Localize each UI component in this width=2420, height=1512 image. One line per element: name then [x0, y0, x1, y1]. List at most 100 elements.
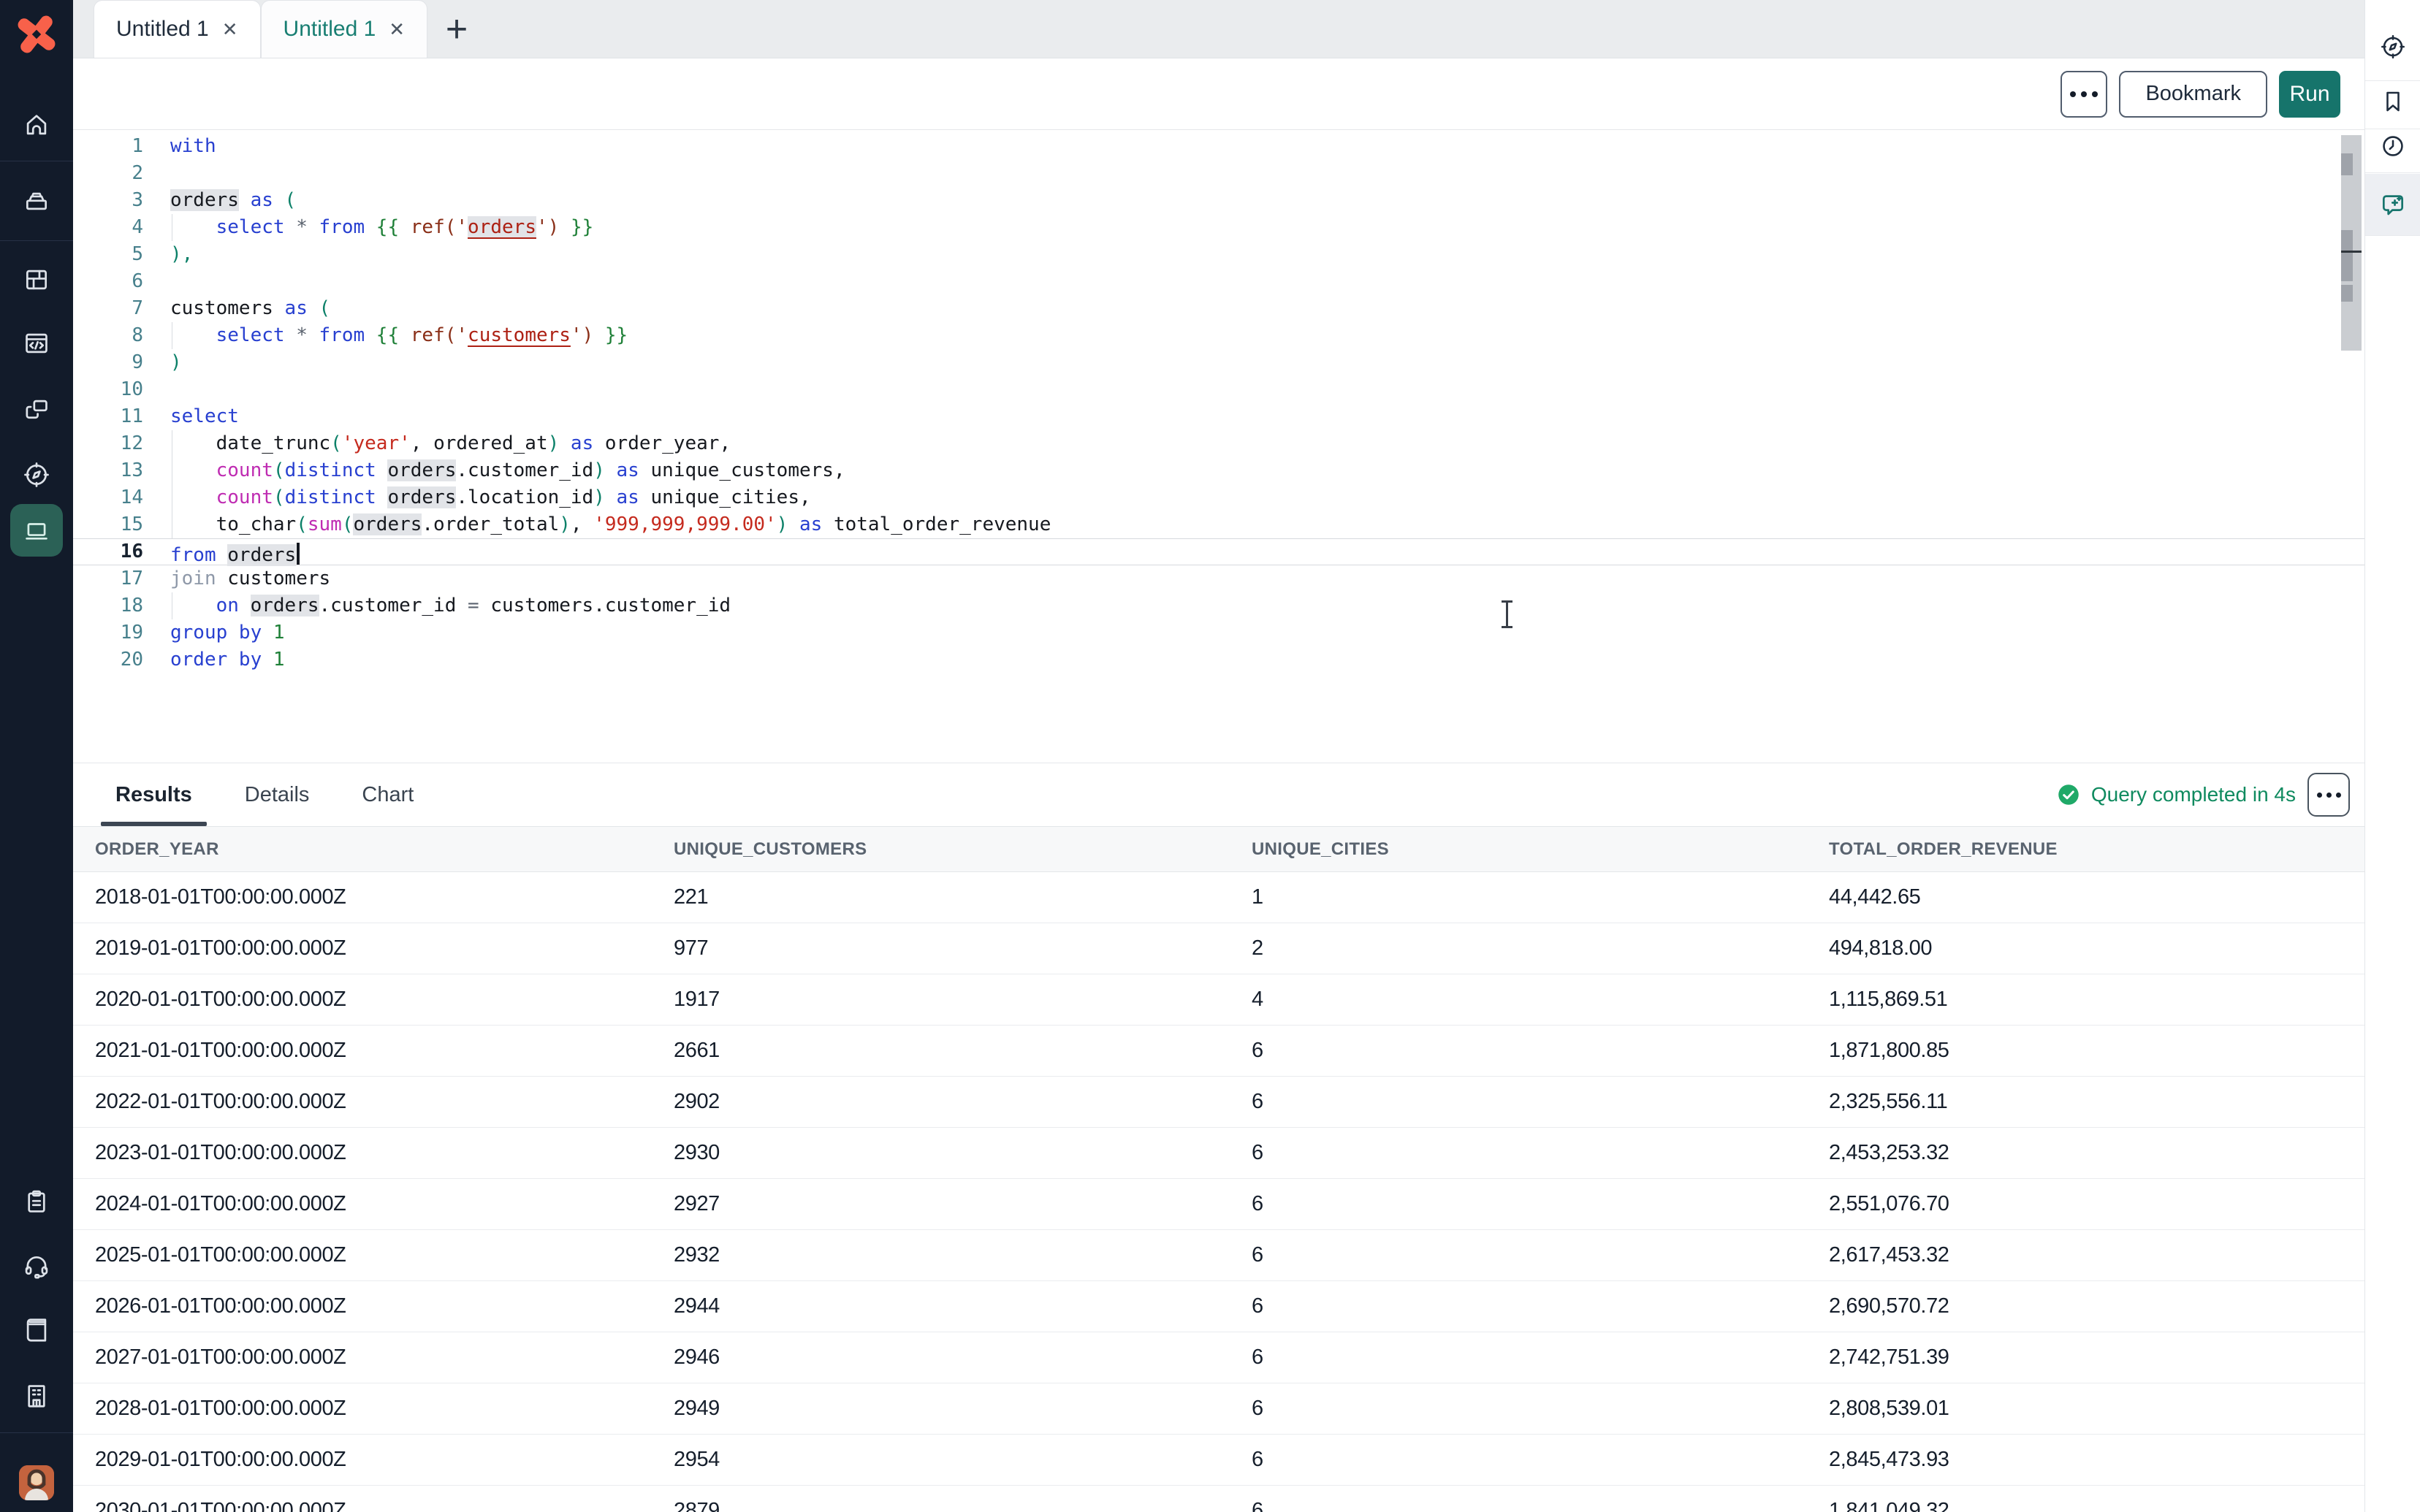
line-number: 19 [73, 619, 143, 646]
hex-logo-icon[interactable] [12, 10, 61, 58]
results-tab-results[interactable]: Results [101, 763, 207, 826]
apps-grid-icon[interactable] [0, 259, 73, 300]
home-icon[interactable] [0, 104, 73, 145]
code-text: orders as ( [143, 187, 296, 214]
table-cell: 2,617,453.32 [1829, 1243, 2364, 1267]
table-cell: 2,845,473.93 [1829, 1448, 2364, 1472]
code-text: with [143, 133, 216, 160]
explore-compass-icon[interactable] [0, 454, 73, 495]
table-cell: 2019-01-01T00:00:00.000Z [73, 936, 674, 961]
table-cell: 6 [1252, 1448, 1829, 1472]
ai-assistant-chat-icon[interactable] [2365, 174, 2420, 235]
line-number: 4 [73, 214, 143, 241]
user-avatar[interactable] [19, 1465, 54, 1500]
column-header-unique_cities[interactable]: UNIQUE_CITIES [1252, 839, 1829, 860]
bookmark-icon[interactable] [2365, 83, 2420, 121]
table-row[interactable]: 2020-01-01T00:00:00.000Z191741,115,869.5… [73, 974, 2364, 1026]
table-row[interactable]: 2019-01-01T00:00:00.000Z9772494,818.00 [73, 923, 2364, 974]
results-tab-details[interactable]: Details [230, 763, 324, 826]
org-building-icon[interactable] [0, 1375, 73, 1416]
code-line-18: 18 on orders.customer_id = customers.cus… [73, 592, 2364, 619]
bookmark-button[interactable]: Bookmark [2119, 71, 2267, 118]
code-line-16: 16from orders [73, 538, 2364, 565]
line-number: 7 [73, 295, 143, 322]
code-line-17: 17join customers [73, 565, 2364, 592]
query-status: Query completed in 4s [2058, 773, 2364, 817]
code-text [143, 160, 170, 187]
terminal-laptop-icon[interactable] [0, 511, 73, 551]
sql-code-editor[interactable]: 1with23orders as (4 select * from {{ ref… [73, 130, 2364, 763]
table-row[interactable]: 2023-01-01T00:00:00.000Z293062,453,253.3… [73, 1128, 2364, 1179]
screens-icon[interactable] [0, 389, 73, 430]
table-row[interactable]: 2018-01-01T00:00:00.000Z221144,442.65 [73, 872, 2364, 923]
new-tab-button[interactable]: + [427, 0, 486, 58]
code-text: ), [143, 241, 193, 268]
document-tab-1[interactable]: Untitled 1 ✕ [94, 0, 261, 58]
more-options-button ellipsis-icon[interactable] [2061, 71, 2107, 118]
code-text: count(distinct orders.location_id) as un… [143, 484, 811, 511]
tab-label: Untitled 1 [116, 17, 209, 42]
table-cell: 2029-01-01T00:00:00.000Z [73, 1448, 674, 1472]
close-icon[interactable]: ✕ [389, 20, 405, 39]
table-row[interactable]: 2022-01-01T00:00:00.000Z290262,325,556.1… [73, 1077, 2364, 1128]
history-clock-icon[interactable] [2365, 127, 2420, 165]
text-cursor [297, 543, 300, 565]
table-row[interactable]: 2026-01-01T00:00:00.000Z294462,690,570.7… [73, 1281, 2364, 1332]
table-cell: 2,453,253.32 [1829, 1141, 2364, 1165]
scrollbar-cursor-mark [2341, 251, 2362, 253]
table-cell: 6 [1252, 1090, 1829, 1114]
results-more-button ellipsis-icon[interactable] [2307, 773, 2350, 817]
table-cell: 2,808,539.01 [1829, 1397, 2364, 1421]
table-row[interactable]: 2024-01-01T00:00:00.000Z292762,551,076.7… [73, 1179, 2364, 1230]
table-row[interactable]: 2028-01-01T00:00:00.000Z294962,808,539.0… [73, 1383, 2364, 1435]
code-text: order by 1 [143, 646, 285, 673]
code-line-4: 4 select * from {{ ref('orders') }} [73, 214, 2364, 241]
code-window-icon[interactable] [0, 323, 73, 364]
table-row[interactable]: 2021-01-01T00:00:00.000Z266161,871,800.8… [73, 1026, 2364, 1077]
support-headset-icon[interactable] [0, 1245, 73, 1286]
divider [2365, 80, 2420, 81]
table-row[interactable]: 2027-01-01T00:00:00.000Z294662,742,751.3… [73, 1332, 2364, 1383]
code-text: select * from {{ ref('orders') }} [143, 214, 593, 241]
table-cell: 2020-01-01T00:00:00.000Z [73, 988, 674, 1012]
code-text: to_char(sum(orders.order_total), '999,99… [143, 511, 1051, 538]
column-header-order_year[interactable]: ORDER_YEAR [73, 839, 674, 860]
left-sidebar [0, 0, 73, 1512]
close-icon[interactable]: ✕ [222, 20, 238, 39]
column-header-total_order_revenue[interactable]: TOTAL_ORDER_REVENUE [1829, 839, 2364, 860]
divider [2365, 172, 2420, 173]
data-drawer-icon[interactable] [0, 180, 73, 221]
line-number: 13 [73, 457, 143, 484]
tab-bar: Untitled 1✕Untitled 1✕+ [73, 0, 2364, 58]
table-cell: 6 [1252, 1499, 1829, 1512]
table-cell: 2946 [674, 1345, 1252, 1370]
table-row[interactable]: 2029-01-01T00:00:00.000Z295462,845,473.9… [73, 1435, 2364, 1486]
table-cell: 2018-01-01T00:00:00.000Z [73, 885, 674, 909]
column-header-unique_customers[interactable]: UNIQUE_CUSTOMERS [674, 839, 1252, 860]
table-cell: 44,442.65 [1829, 885, 2364, 909]
table-row[interactable]: 2025-01-01T00:00:00.000Z293262,617,453.3… [73, 1230, 2364, 1281]
results-tab-bar: Results Details Chart Query completed in 4… [73, 763, 2364, 826]
docs-book-icon[interactable] [0, 1310, 73, 1351]
line-number: 5 [73, 241, 143, 268]
code-line-12: 12 date_trunc('year', ordered_at) as ord… [73, 430, 2364, 457]
clipboard-icon[interactable] [0, 1181, 73, 1222]
results-tab-chart[interactable]: Chart [347, 763, 428, 826]
editor-scrollbar[interactable] [2341, 135, 2362, 351]
run-button[interactable]: Run [2279, 71, 2340, 118]
table-cell: 6 [1252, 1243, 1829, 1267]
line-number: 16 [73, 539, 143, 565]
line-number: 6 [73, 268, 143, 295]
magic-compass-icon[interactable] [2365, 28, 2420, 66]
table-cell: 1,841,049.32 [1829, 1499, 2364, 1512]
line-number: 17 [73, 565, 143, 592]
code-text: customers as ( [143, 295, 330, 322]
table-cell: 2028-01-01T00:00:00.000Z [73, 1397, 674, 1421]
line-number: 14 [73, 484, 143, 511]
document-tab-2[interactable]: Untitled 1✕ [261, 0, 428, 58]
table-row[interactable]: 2030-01-01T00:00:00.000Z287961,841,049.3… [73, 1486, 2364, 1512]
line-number: 8 [73, 322, 143, 349]
table-cell: 2932 [674, 1243, 1252, 1267]
table-cell: 4 [1252, 988, 1829, 1012]
code-text: select * from {{ ref('customers') }} [143, 322, 628, 349]
